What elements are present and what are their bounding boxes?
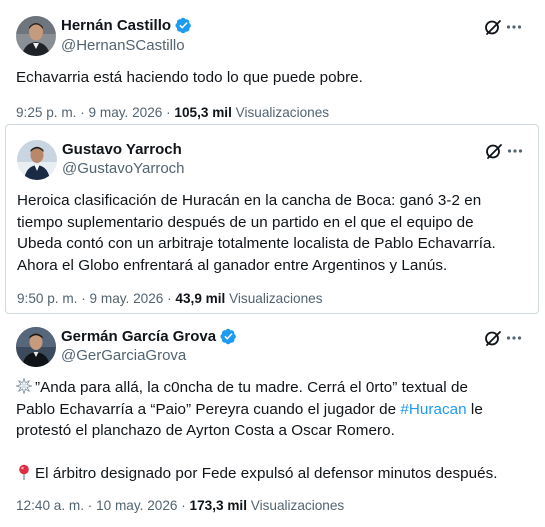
tweet-meta: 9:25 p. m. · 9 may. 2026 · 105,3 mil Vis…: [16, 105, 329, 120]
round-pushpin-emoji-icon: [19, 464, 29, 480]
tweet-text: Heroica clasificación de Huracán en la c…: [17, 190, 496, 276]
views-count: 105,3 mil: [174, 105, 232, 120]
views-count: 173,3 mil: [189, 498, 247, 513]
tweet-text-line: Pablo Echavarría a “Paio” Pereyra cuando…: [16, 399, 498, 421]
avatar[interactable]: [17, 140, 57, 180]
verified-badge-icon: [175, 17, 191, 34]
more-options-icon[interactable]: [504, 328, 524, 348]
grok-icon[interactable]: [484, 141, 504, 161]
tweet-text-line: Ubeda contó con un arbitraje totalmente …: [17, 235, 496, 252]
hashtag-link[interactable]: #Huracan: [400, 401, 466, 418]
tweet-text-line: Heroica clasificación de Huracán en la c…: [17, 192, 482, 209]
tweet-text-line: tiempo suplementario después de un parti…: [17, 213, 474, 231]
tweet-text: Echavarria está haciendo todo lo que pue…: [16, 67, 363, 89]
author-name[interactable]: Germán García Grova: [61, 328, 216, 345]
views-label: Visualizaciones: [225, 291, 323, 306]
tweet-hernan-castillo[interactable]: Hernán Castillo @HernanSCastillo Echavar…: [0, 0, 545, 124]
views-label: Visualizaciones: [231, 105, 330, 120]
grok-icon[interactable]: [483, 17, 503, 37]
more-options-icon[interactable]: [505, 141, 525, 161]
tweet-meta: 9:50 p. m. · 9 may. 2026 · 43,9 mil Visu…: [17, 291, 323, 306]
views-label: Visualizaciones: [246, 498, 345, 513]
more-options-icon[interactable]: [504, 17, 524, 37]
avatar[interactable]: [16, 16, 56, 56]
verified-badge-icon: [220, 328, 236, 345]
timestamp[interactable]: 12:40 a. m. · 10 may. 2026 ·: [16, 498, 190, 513]
grok-icon[interactable]: [483, 328, 503, 348]
timestamp[interactable]: 9:25 p. m. · 9 may. 2026 ·: [16, 105, 174, 120]
tweet-gustavo-yarroch[interactable]: Gustavo Yarroch @GustavoYarroch Heroica …: [5, 124, 539, 314]
tweet-text-segment: ”Anda para allá, la c0ncha de tu madre. …: [35, 379, 468, 396]
tweet-text: ”Anda para allá, la c0ncha de tu madre. …: [16, 377, 498, 485]
author-handle[interactable]: @GustavoYarroch: [62, 160, 185, 177]
timestamp[interactable]: 9:50 p. m. · 9 may. 2026 ·: [17, 291, 175, 306]
author-name[interactable]: Gustavo Yarroch: [62, 141, 182, 158]
tweet-text-line: Echavarria está haciendo todo lo que pue…: [16, 69, 363, 86]
tweet-text-segment: El árbitro designado por Fede expulsó al…: [35, 465, 498, 482]
views-count: 43,9 mil: [175, 291, 226, 306]
tweet-text-line: protestó el planchazo de Ayrton Costa a …: [16, 422, 395, 439]
tweet-text-line: El árbitro designado por Fede expulsó al…: [16, 463, 498, 485]
avatar[interactable]: [16, 327, 56, 367]
tweet-text-spacer: [16, 442, 498, 464]
tweet-text-segment: le: [466, 400, 483, 418]
collision-emoji-icon: [16, 378, 32, 394]
author-handle[interactable]: @GerGarciaGrova: [61, 347, 186, 364]
tweet-meta: 12:40 a. m. · 10 may. 2026 · 173,3 mil V…: [16, 498, 344, 513]
tweet-text-line: ”Anda para allá, la c0ncha de tu madre. …: [16, 377, 498, 399]
author-handle[interactable]: @HernanSCastillo: [61, 37, 185, 54]
tweet-german-garcia-grova[interactable]: Germán García Grova @GerGarciaGrova ”And…: [0, 314, 545, 527]
tweet-text-segment: Pablo Echavarría a “Paio” Pereyra cuando…: [16, 400, 401, 418]
tweet-text-line: Ahora el Globo enfrentará al ganador ent…: [17, 256, 448, 274]
author-name[interactable]: Hernán Castillo: [61, 17, 171, 34]
